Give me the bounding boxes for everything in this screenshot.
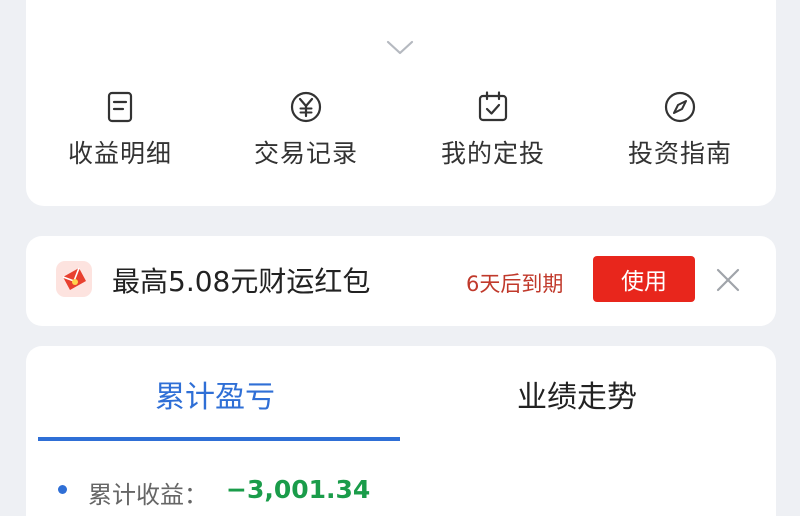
cumulative-income-label: 累计收益： bbox=[88, 481, 208, 509]
red-packet-icon bbox=[56, 261, 92, 297]
menu-item-label: 我的定投 bbox=[440, 139, 545, 168]
calendar-check-icon bbox=[478, 91, 508, 122]
use-button[interactable]: 使用 bbox=[593, 256, 695, 302]
menu-item-my-auto-invest[interactable]: 我的定投 bbox=[413, 90, 573, 180]
menu-item-label: 收益明细 bbox=[67, 139, 172, 168]
menu-item-label: 交易记录 bbox=[253, 139, 358, 168]
tab-performance-trend[interactable]: 业绩走势 bbox=[517, 372, 637, 416]
menu-item-investment-guide[interactable]: 投资指南 bbox=[600, 90, 760, 180]
chevron-down-icon[interactable] bbox=[386, 40, 414, 56]
active-tab-indicator bbox=[38, 437, 400, 441]
legend-dot bbox=[58, 485, 67, 494]
promo-expiry-text: 6天后到期 bbox=[466, 272, 564, 296]
menu-item-transaction-records[interactable]: 交易记录 bbox=[226, 90, 386, 180]
menu-item-income-detail[interactable]: 收益明细 bbox=[40, 90, 200, 180]
close-icon[interactable] bbox=[714, 266, 742, 294]
yuan-circle-icon bbox=[290, 91, 322, 123]
document-icon bbox=[107, 91, 133, 123]
menu-item-label: 投资指南 bbox=[627, 139, 732, 168]
compass-icon bbox=[664, 91, 696, 123]
tab-cumulative-pnl[interactable]: 累计盈亏 bbox=[155, 372, 275, 416]
promo-title: 最高5.08元财运红包 bbox=[112, 265, 371, 298]
